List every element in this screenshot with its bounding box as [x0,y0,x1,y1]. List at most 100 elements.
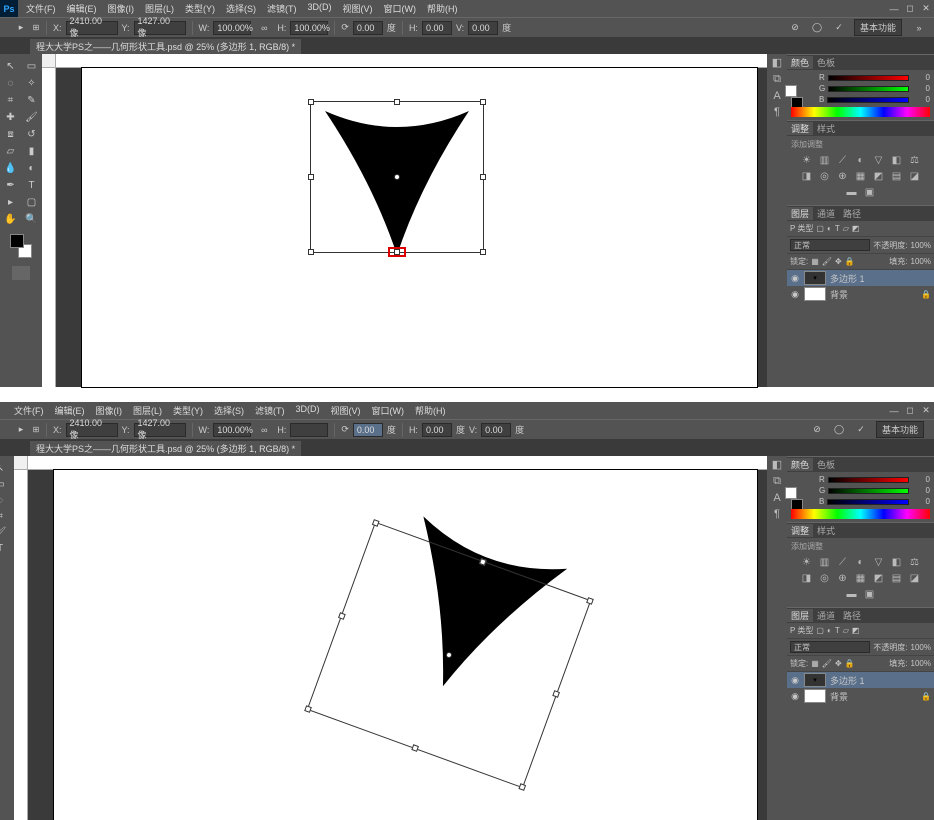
adj-curves-icon[interactable]: ⟋ [836,154,850,166]
menu-type[interactable]: 类型(Y) [173,404,203,417]
handle-top-left[interactable] [372,519,380,527]
adj-vibrance-icon[interactable]: ▽ [872,154,886,166]
lock-trans-icon[interactable]: ▦ [811,257,819,266]
link-wh-button[interactable]: ∞ [255,423,273,437]
channels-tab[interactable]: 通道 [813,207,839,220]
lock-all-icon[interactable]: 🔒 [845,257,855,266]
document-canvas[interactable] [54,470,757,820]
shape-polygon[interactable] [312,103,482,263]
adjustments-tab[interactable]: 调整 [787,122,813,135]
menu-edit[interactable]: 编辑(E) [67,2,97,15]
b-slider[interactable] [827,97,909,103]
r-value[interactable]: 0 [912,73,930,82]
layer-name-shape[interactable]: 多边形 1 [830,272,865,285]
crop-tool[interactable]: ⌗ [0,92,21,109]
close-button[interactable]: ✕ [918,405,934,417]
dock-icon-2[interactable]: ⧉ [773,475,781,488]
layer-row-bg[interactable]: ◉ 背景 🔒 [787,286,934,302]
move-tool[interactable]: ↖ [0,460,14,476]
menu-image[interactable]: 图像(I) [108,2,135,15]
menu-help[interactable]: 帮助(H) [427,2,458,15]
r-slider[interactable] [828,477,909,483]
gradient-tool[interactable]: ▮ [21,143,42,160]
foreground-color-swatch[interactable] [10,234,24,248]
menu-file[interactable]: 文件(F) [14,404,44,417]
stamp-tool[interactable]: ⧈ [0,126,21,143]
heal-tool[interactable]: ✚ [0,109,21,126]
r-slider[interactable] [828,75,909,81]
blur-tool[interactable]: 💧 [0,160,21,177]
styles-tab[interactable]: 样式 [813,122,839,135]
adj-hue-icon[interactable]: ◧ [890,154,904,166]
dock-icon-1[interactable]: ◧ [772,56,782,69]
adj-levels-icon[interactable]: ▥ [818,556,832,568]
marquee-tool[interactable]: ▭ [0,476,14,492]
fill-value[interactable]: 100% [911,659,931,668]
menu-window[interactable]: 窗口(W) [384,2,417,15]
layer-name-bg[interactable]: 背景 [830,690,848,703]
document-tab[interactable]: 程大大学PS之——几何形状工具.psd @ 25% (多边形 1, RGB/8)… [30,441,301,456]
menu-layer[interactable]: 图层(L) [145,2,174,15]
w-input[interactable]: 100.00% [213,21,251,35]
layer-filter-kind[interactable]: P 类型 [790,625,813,636]
document-canvas[interactable] [82,68,757,387]
wand-tool[interactable]: ✧ [21,75,42,92]
filter-shape-icon[interactable]: ▱ [843,224,849,233]
color-tab[interactable]: 颜色 [787,56,813,69]
menu-filter[interactable]: 滤镜(T) [255,404,285,417]
menu-view[interactable]: 视图(V) [331,404,361,417]
w-input[interactable]: 100.00% [213,423,251,437]
adj-gradient-map-icon[interactable]: ▬ [845,186,859,198]
handle-mid-right[interactable] [552,690,560,698]
filter-shape-icon[interactable]: ▱ [843,626,849,635]
angle-input[interactable]: 0.00 [353,21,383,35]
styles-tab[interactable]: 样式 [813,524,839,537]
minimize-button[interactable]: — [886,3,902,15]
fill-value[interactable]: 100% [911,257,931,266]
text-tool[interactable]: T [21,177,42,194]
opacity-value[interactable]: 100% [911,643,931,652]
adj-lookup-icon[interactable]: ▦ [854,170,868,182]
crop-tool[interactable]: ⌗ [0,508,14,524]
handle-bottom-mid[interactable] [411,744,419,752]
y-input[interactable]: 1427.00 像 [134,21,186,35]
filter-pixel-icon[interactable]: ▢ [816,224,824,233]
adj-bw-icon[interactable]: ◨ [800,170,814,182]
adj-mixer-icon[interactable]: ⊕ [836,572,850,584]
lock-pos-icon[interactable]: ✥ [835,659,842,668]
panel-bg-swatch[interactable] [785,487,797,499]
menu-select[interactable]: 选择(S) [226,2,256,15]
layer-row-shape[interactable]: ◉ ▾ 多边形 1 [787,270,934,286]
menu-edit[interactable]: 编辑(E) [55,404,85,417]
h-input[interactable]: 100.00% [290,21,328,35]
filter-text-icon[interactable]: T [835,224,840,233]
layer-name-bg[interactable]: 背景 [830,288,848,301]
x-input[interactable]: 2410.00 像 [66,21,118,35]
adj-vibrance-icon[interactable]: ▽ [872,556,886,568]
visibility-toggle[interactable]: ◉ [790,289,800,300]
minimize-button[interactable]: — [886,405,902,417]
reference-point-grid[interactable]: ⊞ [32,21,40,35]
g-slider[interactable] [828,488,909,494]
path-select-tool[interactable]: ▸ [0,194,21,211]
filter-pixel-icon[interactable]: ▢ [816,626,824,635]
adj-brightness-icon[interactable]: ☀ [800,556,814,568]
menu-3d[interactable]: 3D(D) [296,404,320,417]
handle-bottom-right[interactable] [518,783,526,791]
adj-gradient-map-icon[interactable]: ▬ [845,588,859,600]
layer-name-shape[interactable]: 多边形 1 [830,674,865,687]
g-slider[interactable] [828,86,909,92]
hskew-input[interactable]: 0.00 [422,423,452,437]
adj-exposure-icon[interactable]: ◐ [854,154,868,166]
dock-icon-2[interactable]: ⧉ [773,73,781,86]
filter-text-icon[interactable]: T [835,626,840,635]
vskew-input[interactable]: 0.00 [481,423,511,437]
menu-filter[interactable]: 滤镜(T) [267,2,297,15]
workspace-switcher[interactable]: 基本功能 [854,19,902,36]
layer-row-bg[interactable]: ◉ 背景 🔒 [787,688,934,704]
lock-pos-icon[interactable]: ✥ [835,257,842,266]
menu-3d[interactable]: 3D(D) [308,2,332,15]
layers-tab[interactable]: 图层 [787,207,813,220]
dock-icon-3[interactable]: A [773,492,780,504]
dock-icon-4[interactable]: ¶ [774,508,780,520]
